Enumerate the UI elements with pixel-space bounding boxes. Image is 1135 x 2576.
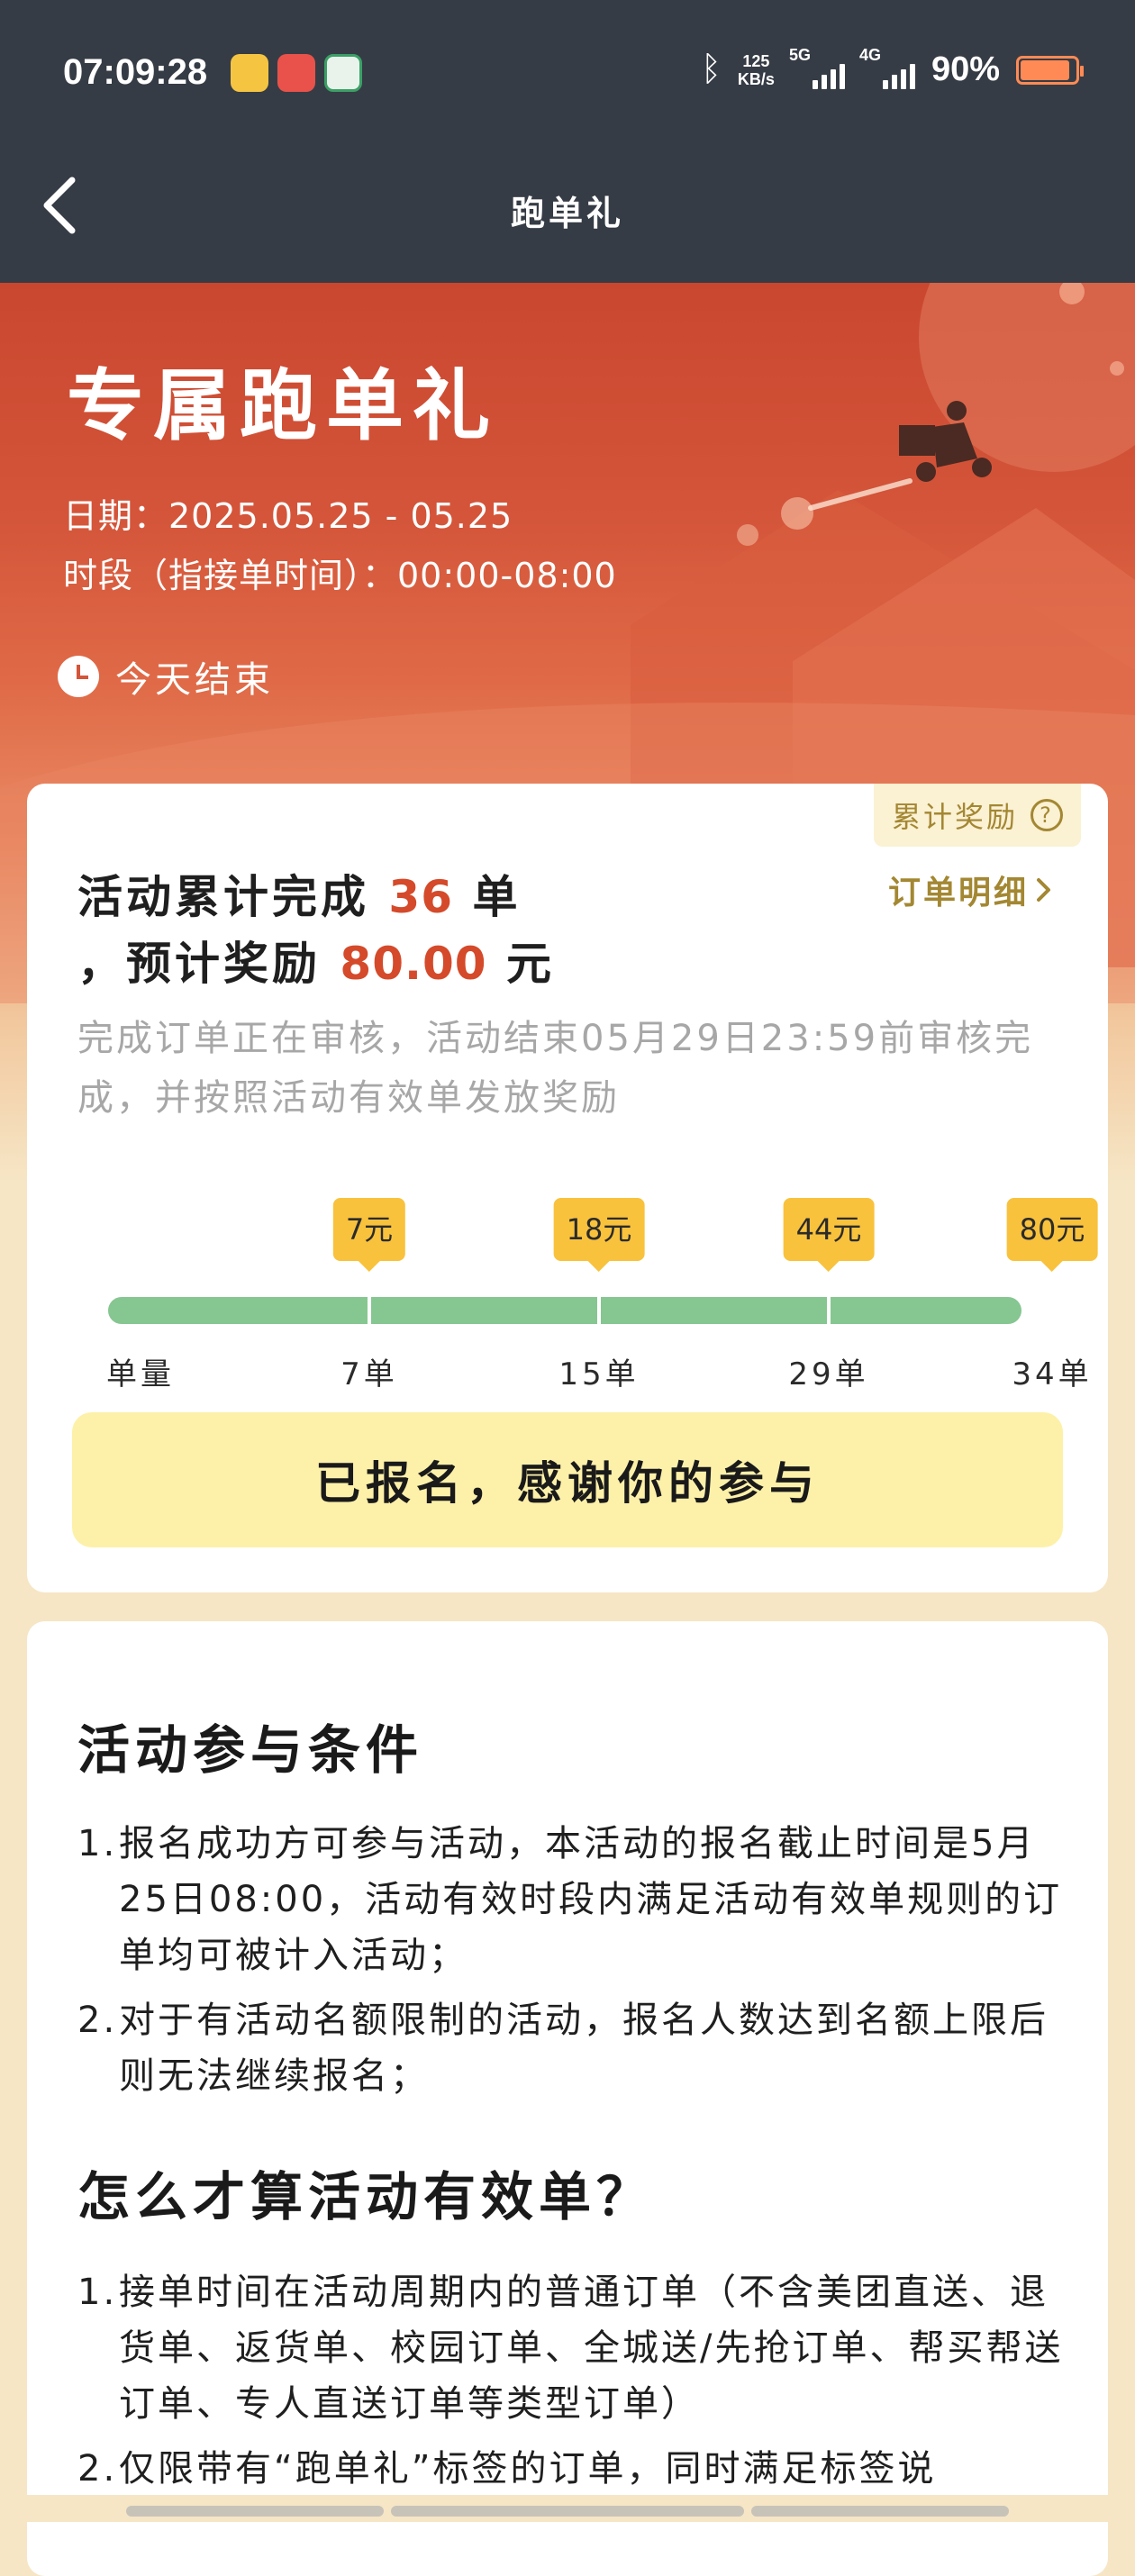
- milestone-reward: 18元: [553, 1198, 645, 1272]
- completed-prefix: 活动累计完成: [77, 871, 369, 923]
- item-number: 1.: [77, 1823, 118, 1864]
- milestone-reward: 80元: [1006, 1198, 1098, 1272]
- item-text: 接单时间在活动周期内的普通订单（不含美团直送、退货单、返货单、校园订单、全城送/…: [119, 2272, 1064, 2425]
- app-notification-icon: [231, 54, 268, 92]
- milestone-orders: 15单: [558, 1356, 640, 1392]
- progress-divider: [827, 1297, 831, 1324]
- network-speed-value: 125: [742, 51, 770, 70]
- item-number: 2.: [77, 2448, 118, 2490]
- item-number: 1.: [77, 2272, 118, 2313]
- progress-card: 累计奖励 ? 活动累计完成 36 单 订单明细 ，预计奖励 80.00 元 完成…: [27, 784, 1108, 1592]
- status-time: 07:09:28: [63, 52, 208, 92]
- ends-today: 今天结束: [58, 650, 274, 703]
- battery-percent: 90%: [931, 50, 1000, 88]
- network-speed: 125 KB/s: [738, 52, 775, 88]
- milestone-progress: 单量 7元 18元 44元 80元 7单 15单 29单 34单: [106, 1198, 1098, 1396]
- order-detail-label: 订单明细: [887, 875, 1029, 912]
- cumulative-reward-label: 累计奖励: [891, 800, 1018, 834]
- order-detail-link[interactable]: 订单明细: [888, 866, 1054, 913]
- home-indicator[interactable]: [126, 2506, 384, 2517]
- joined-button[interactable]: 已报名，感谢你的参与: [72, 1412, 1063, 1547]
- milestone-orders: 7单: [340, 1356, 398, 1392]
- item-text: 对于有活动名额限制的活动，报名人数达到名额上限后则无法继续报名；: [119, 2000, 1049, 2097]
- clock-icon: [58, 656, 99, 697]
- milestone-orders: 34单: [1012, 1356, 1093, 1392]
- completed-count: 36: [388, 871, 454, 923]
- conditions-list: 1. 报名成功方可参与活动，本活动的报名截止时间是5月25日08:00，活动有效时…: [77, 1816, 1068, 2113]
- item-number: 2.: [77, 2000, 118, 2041]
- hero-title: 专属跑单礼: [67, 360, 499, 451]
- sim1-label: 5G: [788, 45, 811, 64]
- network-speed-unit: KB/s: [737, 69, 775, 88]
- sim2-label: 4G: [858, 45, 881, 64]
- reward-summary: ，预计奖励 80.00 元: [77, 928, 555, 993]
- cumulative-reward-tag[interactable]: 累计奖励 ?: [873, 784, 1081, 847]
- item-text: 仅限带有“跑单礼”标签的订单，同时满足标签说: [119, 2448, 937, 2490]
- page-title: 跑单礼: [510, 194, 624, 233]
- reward-prefix: ，预计奖励: [77, 938, 321, 990]
- progress-divider: [368, 1297, 371, 1324]
- status-app-icons: [231, 54, 362, 92]
- signal-icon: 4G: [859, 46, 915, 89]
- help-icon[interactable]: ?: [1031, 799, 1063, 831]
- ends-today-label: 今天结束: [115, 659, 274, 701]
- item-text: 报名成功方可参与活动，本活动的报名截止时间是5月25日08:00，活动有效时段内…: [119, 1823, 1063, 1976]
- list-item: 1. 报名成功方可参与活动，本活动的报名截止时间是5月25日08:00，活动有效时…: [77, 1816, 1068, 1983]
- signal-icon: 5G: [789, 46, 845, 89]
- reward-amount: 80.00: [340, 938, 487, 990]
- rules-card: 活动参与条件 1. 报名成功方可参与活动，本活动的报名截止时间是5月25日08:0…: [27, 1621, 1108, 2576]
- milestone-reward: 7元: [332, 1198, 406, 1272]
- axis-label: 单量: [106, 1356, 175, 1392]
- battery-icon: [1016, 55, 1084, 85]
- activity-period: 时段（指接单时间）：00:00-08:00: [63, 556, 617, 595]
- list-item: 2. 仅限带有“跑单礼”标签的订单，同时满足标签说: [77, 2441, 1068, 2497]
- progress-divider: [597, 1297, 601, 1324]
- status-indicators: ᛒ 125 KB/s 5G 4G 90%: [701, 46, 1084, 89]
- home-indicator[interactable]: [751, 2506, 1009, 2517]
- home-indicator[interactable]: [391, 2506, 744, 2517]
- bluetooth-icon: ᛒ: [701, 50, 722, 88]
- review-note: 完成订单正在审核，活动结束05月29日23:59前审核完成，并按照活动有效单发放…: [77, 1018, 1034, 1119]
- battery-level: [1021, 59, 1069, 80]
- app-notification-icon: [277, 54, 315, 92]
- valid-orders-list: 1. 接单时间在活动周期内的普通订单（不含美团直送、退货单、返货单、校园订单、全城…: [77, 2264, 1068, 2506]
- conditions-title: 活动参与条件: [77, 1719, 424, 1781]
- completed-suffix: 单: [472, 871, 522, 923]
- list-item: 1. 接单时间在活动周期内的普通订单（不含美团直送、退货单、返货单、校园订单、全城…: [77, 2264, 1068, 2432]
- activity-date: 日期：2025.05.25 - 05.25: [63, 496, 513, 536]
- valid-orders-title: 怎么才算活动有效单？: [77, 2166, 655, 2227]
- milestone-orders: 29单: [788, 1356, 869, 1392]
- nav-bar: 跑单礼: [0, 133, 1135, 283]
- completed-summary: 活动累计完成 36 单: [77, 861, 521, 926]
- app-notification-icon: [324, 54, 362, 92]
- chevron-right-icon: [1037, 878, 1050, 902]
- status-bar: 07:09:28 ᛒ 125 KB/s 5G 4G 90%: [0, 0, 1135, 133]
- progress-bar: [108, 1297, 1022, 1324]
- list-item: 2. 对于有活动名额限制的活动，报名人数达到名额上限后则无法继续报名；: [77, 1992, 1068, 2104]
- reward-suffix: 元: [506, 938, 555, 990]
- milestone-reward: 44元: [783, 1198, 875, 1272]
